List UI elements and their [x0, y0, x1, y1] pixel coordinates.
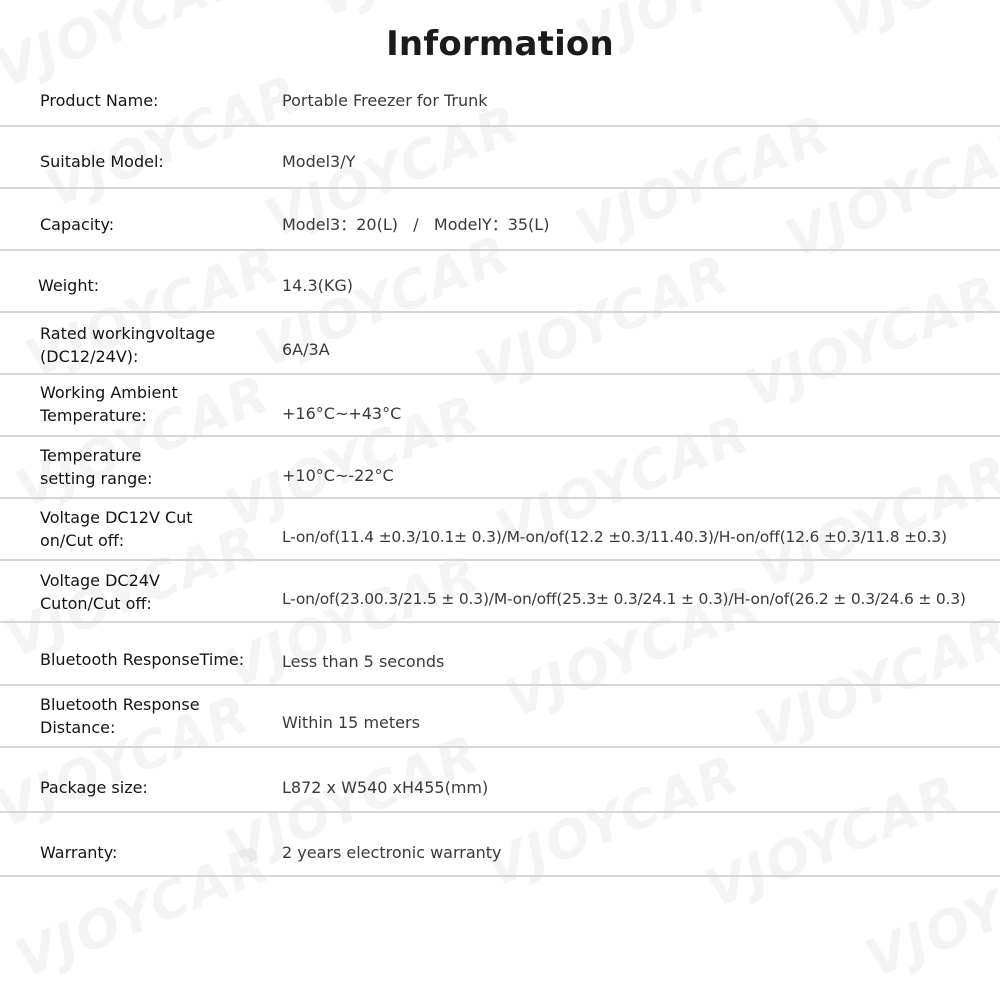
spec-value: +16°C~+43°C	[282, 404, 402, 423]
spec-row-product-name: Product Name: Portable Freezer for Trunk	[0, 72, 1000, 127]
spec-value: 6A/3A	[282, 340, 330, 359]
spec-label: Rated workingvoltage (DC12/24V):	[40, 324, 216, 366]
spec-label: Suitable Model:	[40, 152, 164, 171]
spec-value: Portable Freezer for Trunk	[282, 91, 488, 110]
spec-value: L-on/of(23.00.3/21.5 ± 0.3)/M-on/off(25.…	[282, 590, 966, 608]
spec-value: +10°C~-22°C	[282, 466, 394, 485]
spec-value: Less than 5 seconds	[282, 652, 445, 671]
spec-value: 14.3(KG)	[282, 276, 353, 295]
spec-label: Capacity:	[40, 215, 115, 234]
spec-row-suitable-model: Suitable Model: Model3/Y	[0, 127, 1000, 189]
spec-row-bluetooth-distance: Bluetooth Response Distance: Within 15 m…	[0, 686, 1000, 748]
spec-row-temperature-range: Temperature setting range: +10°C~-22°C	[0, 437, 1000, 499]
spec-row-bluetooth-time: Bluetooth ResponseTime: Less than 5 seco…	[0, 623, 1000, 686]
spec-value: L872 x W540 xH455(mm)	[282, 778, 489, 797]
spec-label: Weight:	[38, 276, 100, 295]
page-title: Information	[386, 24, 614, 64]
spec-label: Warranty:	[40, 843, 118, 862]
spec-label: Package size:	[40, 778, 148, 797]
spec-value: Within 15 meters	[282, 713, 420, 732]
spec-row-weight: Weight: 14.3(KG)	[0, 251, 1000, 313]
spec-label: Bluetooth ResponseTime:	[40, 650, 245, 669]
spec-label: Product Name:	[40, 91, 159, 110]
spec-row-dc24v-cutoff: Voltage DC24V Cuton/Cut off: L-on/of(23.…	[0, 561, 1000, 623]
spec-label: Voltage DC24V Cuton/Cut off:	[40, 571, 160, 613]
spec-row-dc12v-cutoff: Voltage DC12V Cut on/Cut off: L-on/of(11…	[0, 499, 1000, 561]
spec-label: Voltage DC12V Cut on/Cut off:	[40, 508, 193, 550]
spec-value: L-on/of(11.4 ±0.3/10.1± 0.3)/M-on/of(12.…	[282, 528, 947, 546]
spec-row-rated-voltage: Rated workingvoltage (DC12/24V): 6A/3A	[0, 313, 1000, 375]
spec-label: Working Ambient Temperature:	[40, 383, 178, 425]
spec-row-package-size: Package size: L872 x W540 xH455(mm)	[0, 748, 1000, 813]
spec-value: Model3：20(L) / ModelY：35(L)	[282, 215, 550, 234]
spec-row-ambient-temperature: Working Ambient Temperature: +16°C~+43°C	[0, 375, 1000, 437]
spec-row-capacity: Capacity: Model3：20(L) / ModelY：35(L)	[0, 189, 1000, 251]
spec-label: Temperature setting range:	[40, 446, 153, 488]
spec-value: Model3/Y	[282, 152, 356, 171]
spec-value: 2 years electronic warranty	[282, 843, 502, 862]
spec-row-warranty: Warranty: 2 years electronic warranty	[0, 813, 1000, 877]
spec-label: Bluetooth Response Distance:	[40, 695, 200, 737]
